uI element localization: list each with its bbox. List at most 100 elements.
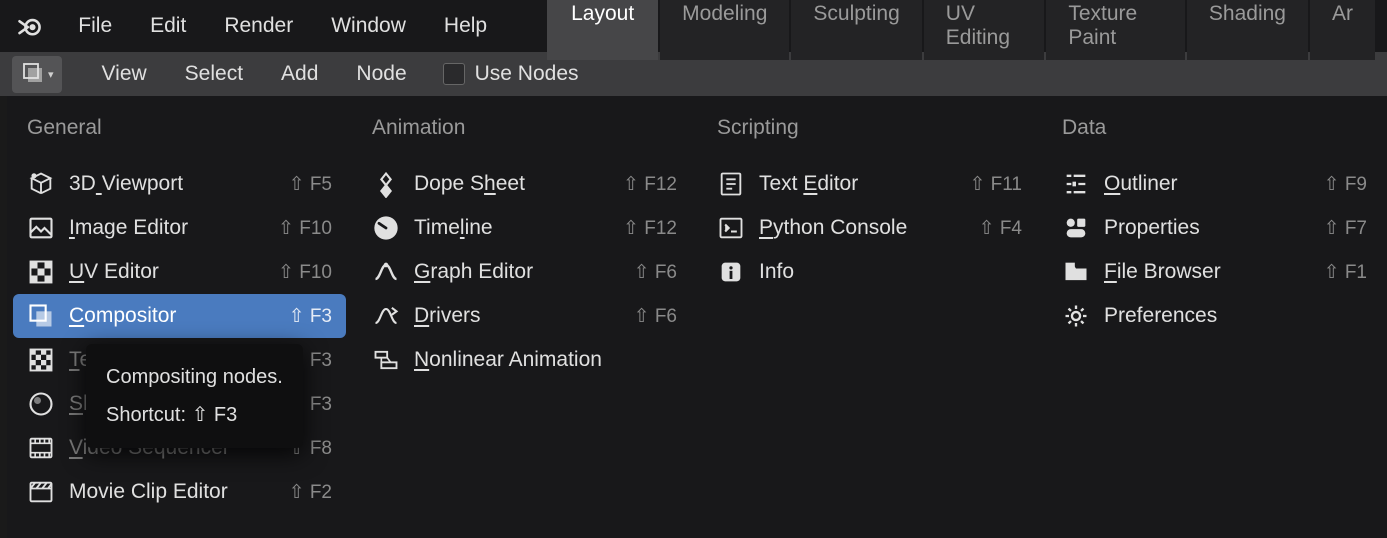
chevron-down-icon: ▾ — [48, 68, 54, 81]
column-header-scripting: Scripting — [703, 104, 1036, 162]
entry-shortcut: ⇧ F6 — [634, 305, 677, 328]
column-header-animation: Animation — [358, 104, 691, 162]
entry-label: Timeline — [414, 216, 623, 240]
uv-editor-icon — [27, 258, 55, 286]
entry-shortcut: ⇧ F9 — [1324, 173, 1367, 196]
entry-label: UV Editor — [69, 260, 278, 284]
use-nodes-label: Use Nodes — [475, 62, 579, 86]
entry-label: Outliner — [1104, 172, 1324, 196]
properties-icon — [1062, 214, 1090, 242]
info-icon — [717, 258, 745, 286]
entry-shortcut: ⇧ F3 — [289, 305, 332, 328]
checkbox-icon — [443, 63, 465, 85]
editor-type-entry[interactable]: Python Console⇧ F4 — [703, 206, 1036, 250]
entry-label: File Browser — [1104, 260, 1324, 284]
entry-shortcut: ⇧ F7 — [1324, 217, 1367, 240]
graph-editor-icon — [372, 258, 400, 286]
column-data: Data Outliner⇧ F9Properties⇧ F7File Brow… — [1042, 104, 1387, 514]
tab-layout[interactable]: Layout — [547, 0, 658, 60]
entry-label: Dope Sheet — [414, 172, 623, 196]
editor-type-entry[interactable]: Nonlinear Animation — [358, 338, 691, 382]
texture-node-icon — [27, 346, 55, 374]
entry-label: Preferences — [1104, 304, 1367, 328]
python-console-icon — [717, 214, 745, 242]
sec-menu-view[interactable]: View — [86, 56, 163, 92]
entry-shortcut: ⇧ F10 — [278, 217, 332, 240]
entry-label: Info — [759, 260, 1022, 284]
video-sequencer-icon — [27, 434, 55, 462]
entry-shortcut: ⇧ F1 — [1324, 261, 1367, 284]
tab-texture-paint[interactable]: Texture Paint — [1046, 0, 1185, 60]
tooltip-line1: Compositing nodes. — [106, 358, 283, 396]
entry-label: 3D Viewport — [69, 172, 289, 196]
tab-uv-editing[interactable]: UV Editing — [924, 0, 1045, 60]
entry-label: Graph Editor — [414, 260, 634, 284]
entry-shortcut: ⇧ F12 — [623, 217, 677, 240]
editor-type-entry[interactable]: Image Editor⇧ F10 — [13, 206, 346, 250]
entry-label: Properties — [1104, 216, 1324, 240]
timeline-icon — [372, 214, 400, 242]
editor-type-entry[interactable]: Outliner⇧ F9 — [1048, 162, 1381, 206]
drivers-icon — [372, 302, 400, 330]
menu-file[interactable]: File — [60, 6, 130, 46]
top-menu-bar: File Edit Render Window Help Layout Mode… — [0, 0, 1387, 52]
entry-label: Movie Clip Editor — [69, 480, 289, 504]
entry-label: Compositor — [69, 304, 289, 328]
viewport-icon — [27, 170, 55, 198]
entry-shortcut: ⇧ F5 — [289, 173, 332, 196]
column-header-data: Data — [1048, 104, 1381, 162]
tab-sculpting[interactable]: Sculpting — [791, 0, 921, 60]
sec-menu-add[interactable]: Add — [265, 56, 334, 92]
entry-shortcut: ⇧ F10 — [278, 261, 332, 284]
use-nodes-toggle[interactable]: Use Nodes — [443, 62, 579, 86]
sec-menu-node[interactable]: Node — [340, 56, 422, 92]
column-header-general: General — [13, 104, 346, 162]
column-scripting: Scripting Text Editor⇧ F11Python Console… — [697, 104, 1042, 514]
sec-menu-select[interactable]: Select — [169, 56, 259, 92]
editor-type-entry[interactable]: Compositor⇧ F3 — [13, 294, 346, 338]
entry-label: Nonlinear Animation — [414, 348, 677, 372]
column-general: General 3D Viewport⇧ F5Image Editor⇧ F10… — [7, 104, 352, 514]
editor-type-entry[interactable]: 3D Viewport⇧ F5 — [13, 162, 346, 206]
movie-clip-icon — [27, 478, 55, 506]
menu-help[interactable]: Help — [426, 6, 505, 46]
entry-label: Text Editor — [759, 172, 969, 196]
editor-type-entry[interactable]: Info — [703, 250, 1036, 294]
entry-shortcut: ⇧ F4 — [979, 217, 1022, 240]
menu-render[interactable]: Render — [206, 6, 311, 46]
tab-animation-partial[interactable]: Ar — [1310, 0, 1375, 60]
entry-shortcut: ⇧ F2 — [289, 481, 332, 504]
editor-type-entry[interactable]: Preferences — [1048, 294, 1381, 338]
text-editor-icon — [717, 170, 745, 198]
editor-type-selector[interactable]: ▾ — [12, 56, 62, 93]
outliner-icon — [1062, 170, 1090, 198]
editor-type-entry[interactable]: File Browser⇧ F1 — [1048, 250, 1381, 294]
entry-shortcut: ⇧ F11 — [969, 173, 1022, 196]
tab-shading[interactable]: Shading — [1187, 0, 1308, 60]
entry-shortcut: ⇧ F12 — [623, 173, 677, 196]
editor-type-entry[interactable]: Timeline⇧ F12 — [358, 206, 691, 250]
editor-type-entry[interactable]: Dope Sheet⇧ F12 — [358, 162, 691, 206]
dope-sheet-icon — [372, 170, 400, 198]
editor-type-entry[interactable]: Properties⇧ F7 — [1048, 206, 1381, 250]
blender-logo-icon — [16, 11, 44, 41]
menu-window[interactable]: Window — [313, 6, 424, 46]
editor-type-entry[interactable]: Movie Clip Editor⇧ F2 — [13, 470, 346, 514]
editor-type-entry[interactable]: Text Editor⇧ F11 — [703, 162, 1036, 206]
editor-type-entry[interactable]: Drivers⇧ F6 — [358, 294, 691, 338]
entry-shortcut: ⇧ F6 — [634, 261, 677, 284]
image-editor-icon — [27, 214, 55, 242]
column-animation: Animation Dope Sheet⇧ F12Timeline⇧ F12Gr… — [352, 104, 697, 514]
tooltip: Compositing nodes. Shortcut: ⇧ F3 — [86, 344, 303, 448]
editor-type-entry[interactable]: UV Editor⇧ F10 — [13, 250, 346, 294]
menu-edit[interactable]: Edit — [132, 6, 204, 46]
nla-icon — [372, 346, 400, 374]
entry-label: Image Editor — [69, 216, 278, 240]
file-browser-icon — [1062, 258, 1090, 286]
entry-label: Python Console — [759, 216, 979, 240]
editor-type-dropdown: General 3D Viewport⇧ F5Image Editor⇧ F10… — [7, 96, 1387, 538]
compositor-icon — [27, 302, 55, 330]
tab-modeling[interactable]: Modeling — [660, 0, 789, 60]
tooltip-line2: Shortcut: ⇧ F3 — [106, 396, 283, 434]
editor-type-entry[interactable]: Graph Editor⇧ F6 — [358, 250, 691, 294]
